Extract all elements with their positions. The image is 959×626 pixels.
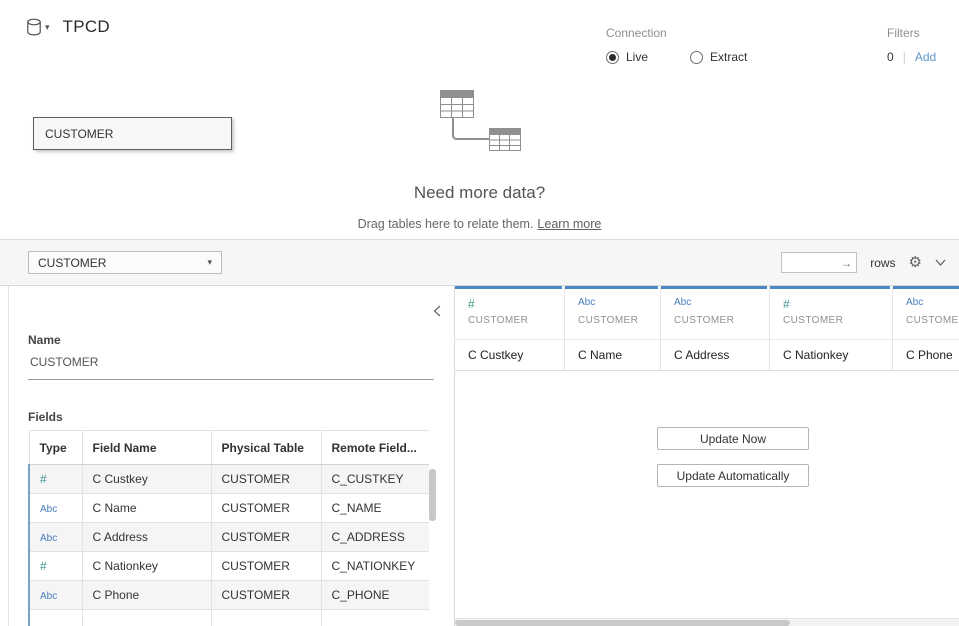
extract-radio-circle[interactable]: [690, 51, 703, 64]
connection-group: Connection Live Extract: [606, 26, 747, 64]
update-now-button[interactable]: Update Now: [657, 427, 809, 450]
grid-column-field: C Address: [661, 339, 769, 370]
learn-more-link[interactable]: Learn more: [537, 217, 601, 231]
number-type-icon: #: [40, 559, 47, 573]
name-value-field[interactable]: CUSTOMER: [28, 355, 434, 380]
fields-header-row: Type Field Name Physical Table Remote Fi…: [29, 431, 429, 465]
grid-column-header[interactable]: Abc CUSTOMER C Address: [661, 286, 770, 370]
number-type-icon: #: [468, 297, 551, 311]
collapse-panel-icon[interactable]: [433, 305, 441, 320]
customer-table-node[interactable]: CUSTOMER: [33, 117, 232, 150]
update-buttons-group: Update Now Update Automatically: [657, 427, 809, 487]
extract-radio[interactable]: Extract: [690, 50, 747, 64]
grid-column-table: CUSTOMER: [674, 315, 756, 326]
relationship-canvas: ▾ TPCD Connection Live Extract Filters 0…: [0, 0, 959, 240]
fields-label: Fields: [28, 410, 63, 424]
number-type-icon: #: [783, 297, 879, 311]
col-header-field-name: Field Name: [82, 431, 211, 465]
grid-column-header[interactable]: # CUSTOMER C Custkey: [455, 286, 565, 370]
relate-tables-illustration: [439, 89, 531, 158]
filters-divider: |: [903, 50, 906, 64]
grid-column-header[interactable]: # CUSTOMER C Nationkey: [770, 286, 893, 370]
grid-column-header[interactable]: Abc CUSTOMER C Name: [565, 286, 661, 370]
datasource-title: TPCD: [63, 17, 110, 37]
table-select-dropdown[interactable]: CUSTOMER ▾: [28, 251, 222, 274]
gear-icon[interactable]: ⚙: [909, 255, 922, 270]
field-row[interactable]: # C Nationkey CUSTOMER C_NATIONKEY: [29, 552, 429, 581]
string-type-icon: Abc: [40, 591, 57, 602]
grid-column-table: CUSTOMER: [468, 315, 551, 326]
table-toolbar: CUSTOMER ▾ → rows ⚙: [0, 240, 959, 286]
bottom-section: Name CUSTOMER Fields Type Field Name Phy…: [9, 286, 959, 626]
database-caret-icon[interactable]: ▾: [45, 22, 50, 33]
extract-radio-label: Extract: [710, 50, 747, 64]
add-filter-link[interactable]: Add: [915, 50, 936, 64]
toolbar-right-cluster: → rows ⚙: [781, 252, 946, 273]
grid-column-header[interactable]: Abc CUSTOMER C Phone: [893, 286, 959, 370]
empty-state-title: Need more data?: [0, 183, 959, 203]
string-type-icon: Abc: [674, 297, 756, 311]
row-limit-input[interactable]: [782, 254, 840, 271]
tableau-datasource-page: ▾ TPCD Connection Live Extract Filters 0…: [0, 0, 959, 626]
name-label: Name: [28, 333, 61, 347]
col-header-remote-field: Remote Field...: [321, 431, 429, 465]
fields-table-container: Type Field Name Physical Table Remote Fi…: [28, 430, 429, 626]
datasource-title-row: ▾ TPCD: [26, 17, 110, 37]
metadata-panel: Name CUSTOMER Fields Type Field Name Phy…: [9, 286, 455, 626]
live-radio-label: Live: [626, 50, 648, 64]
horizontal-scrollbar-thumb[interactable]: [455, 620, 790, 626]
grid-column-table: CUSTOMER: [783, 315, 879, 326]
data-grid-header: # CUSTOMER C Custkey Abc CUSTOMER C Name…: [455, 286, 959, 371]
field-row-partial: [29, 610, 429, 626]
fields-table: Type Field Name Physical Table Remote Fi…: [28, 430, 429, 626]
table-select-value: CUSTOMER: [38, 256, 106, 270]
rows-label: rows: [870, 256, 895, 270]
row-limit-arrow-icon[interactable]: →: [840, 256, 857, 270]
data-grid-panel: # CUSTOMER C Custkey Abc CUSTOMER C Name…: [455, 286, 959, 626]
live-radio-circle[interactable]: [606, 51, 619, 64]
grid-column-field: C Phone: [893, 339, 959, 370]
select-caret-icon: ▾: [207, 257, 212, 268]
field-row[interactable]: Abc C Phone CUSTOMER C_PHONE: [29, 581, 429, 610]
grid-column-table: CUSTOMER: [906, 315, 959, 326]
drag-tables-text: Drag tables here to relate them.: [358, 217, 534, 231]
database-icon[interactable]: [26, 18, 42, 37]
grid-column-field: C Nationkey: [770, 339, 892, 370]
filters-label: Filters: [887, 26, 936, 40]
grid-column-field: C Custkey: [455, 339, 564, 370]
string-type-icon: Abc: [40, 533, 57, 544]
col-header-type: Type: [29, 431, 82, 465]
chevron-down-icon[interactable]: [935, 259, 946, 266]
string-type-icon: Abc: [906, 297, 959, 311]
empty-state-subtitle: Drag tables here to relate them.Learn mo…: [0, 217, 959, 231]
filters-group: Filters 0 | Add: [887, 26, 936, 64]
col-header-physical-table: Physical Table: [211, 431, 321, 465]
filters-count: 0: [887, 50, 894, 64]
fields-scrollbar-thumb[interactable]: [429, 469, 436, 521]
update-automatically-button[interactable]: Update Automatically: [657, 464, 809, 487]
string-type-icon: Abc: [578, 297, 647, 311]
field-row[interactable]: Abc C Address CUSTOMER C_ADDRESS: [29, 523, 429, 552]
field-row[interactable]: Abc C Name CUSTOMER C_NAME: [29, 494, 429, 523]
live-radio[interactable]: Live: [606, 50, 648, 64]
number-type-icon: #: [40, 472, 47, 486]
string-type-icon: Abc: [40, 504, 57, 515]
connection-label: Connection: [606, 26, 747, 40]
field-row[interactable]: # C Custkey CUSTOMER C_CUSTKEY: [29, 465, 429, 494]
row-limit-box: →: [781, 252, 857, 273]
grid-column-field: C Name: [565, 339, 660, 370]
horizontal-scrollbar[interactable]: [455, 618, 959, 626]
grid-column-table: CUSTOMER: [578, 315, 647, 326]
